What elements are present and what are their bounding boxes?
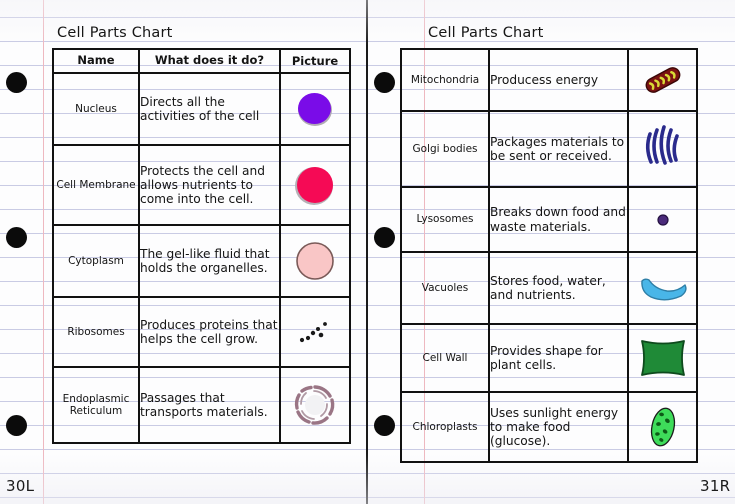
- table-row: Cell Membrane Protects the cell and allo…: [52, 144, 351, 226]
- table-row: Mitochondria Producess energy: [400, 48, 698, 112]
- cell-part-description: Passages that transports materials.: [138, 366, 281, 444]
- cell-part-description: Provides shape for plant cells.: [488, 323, 629, 393]
- hole-punch: [6, 72, 27, 93]
- hole-punch: [6, 227, 27, 248]
- column-header-description: What does it do?: [138, 48, 281, 74]
- cell-part-name: Golgi bodies: [400, 110, 490, 188]
- cell-part-picture: [627, 251, 698, 325]
- page-title-left: Cell Parts Chart: [57, 25, 173, 41]
- mitochondria-icon: [629, 60, 696, 100]
- cell-part-description: Protects the cell and allows nutrients t…: [138, 144, 281, 226]
- table-row: Cytoplasm The gel-like fluid that holds …: [52, 224, 351, 298]
- cell-part-name: Mitochondria: [400, 48, 490, 112]
- cell-part-name: Lysosomes: [400, 186, 490, 253]
- table-row: Cell Wall Provides shape for plant cells…: [400, 323, 698, 393]
- cell-part-name: Nucleus: [52, 72, 140, 146]
- page-title-right: Cell Parts Chart: [428, 25, 544, 41]
- cell-part-description: Packages materials to be sent or receive…: [488, 110, 629, 188]
- table-row: Chloroplasts Uses sunlight energy to mak…: [400, 391, 698, 463]
- cell-part-name: Cell Membrane: [52, 144, 140, 226]
- vacuoles-icon: [629, 271, 696, 305]
- cytoplasm-icon: [281, 237, 349, 285]
- lysosomes-icon: [629, 208, 696, 232]
- table-row: Endoplasmic Reticulum Passages that tran…: [52, 366, 351, 444]
- cell-part-name: Chloroplasts: [400, 391, 490, 463]
- hole-punch: [374, 72, 395, 93]
- cell-part-name: Ribosomes: [52, 296, 140, 368]
- cell-part-picture: [627, 391, 698, 463]
- cell-part-picture: [279, 366, 351, 444]
- table-row: Golgi bodies Packages materials to be se…: [400, 110, 698, 188]
- table-row: Vacuoles Stores food, water, and nutrien…: [400, 251, 698, 325]
- cell-part-name: Cell Wall: [400, 323, 490, 393]
- cell-part-picture: [627, 186, 698, 253]
- table-row: Ribosomes Produces proteins that helps t…: [52, 296, 351, 368]
- page-divider: [366, 0, 368, 504]
- cell-part-name: Cytoplasm: [52, 224, 140, 298]
- cell-part-description: Stores food, water, and nutrients.: [488, 251, 629, 325]
- column-header-name: Name: [52, 48, 140, 74]
- column-header-picture: Picture: [279, 48, 351, 74]
- cell-part-description: Producess energy: [488, 48, 629, 112]
- ribosomes-icon: [281, 315, 349, 349]
- chloroplasts-icon: [629, 402, 696, 452]
- cell-part-picture: [279, 72, 351, 146]
- hole-punch: [374, 227, 395, 248]
- cell-wall-icon: [629, 335, 696, 381]
- notebook-page-background: Cell Parts Chart Name What does it do? P…: [0, 0, 735, 504]
- nucleus-icon: [281, 86, 349, 132]
- cell-membrane-icon: [281, 160, 349, 210]
- cell-part-picture: [627, 48, 698, 112]
- cell-part-description: Breaks down food and waste materials.: [488, 186, 629, 253]
- table-row: Lysosomes Breaks down food and waste mat…: [400, 186, 698, 253]
- endoplasmic-reticulum-icon: [281, 380, 349, 430]
- margin-line-left-page: [43, 0, 44, 504]
- hole-punch: [374, 415, 395, 436]
- table-row: Nucleus Directs all the activities of th…: [52, 72, 351, 146]
- cell-part-name: Vacuoles: [400, 251, 490, 325]
- cell-part-description: Produces proteins that helps the cell gr…: [138, 296, 281, 368]
- cell-parts-table-left: Name What does it do? Picture Nucleus Di…: [52, 48, 351, 444]
- page-number-right: 31R: [700, 477, 731, 495]
- golgi-bodies-icon: [629, 120, 696, 178]
- cell-part-description: Directs all the activities of the cell: [138, 72, 281, 146]
- cell-part-picture: [279, 144, 351, 226]
- cell-parts-table-right: Mitochondria Producess energy Golgi bodi…: [400, 48, 698, 463]
- cell-part-picture: [279, 296, 351, 368]
- cell-part-name: Endoplasmic Reticulum: [52, 366, 140, 444]
- hole-punch: [6, 415, 27, 436]
- cell-part-description: The gel-like fluid that holds the organe…: [138, 224, 281, 298]
- cell-part-picture: [279, 224, 351, 298]
- page-number-left: 30L: [6, 477, 35, 495]
- cell-part-description: Uses sunlight energy to make food (gluco…: [488, 391, 629, 463]
- cell-part-picture: [627, 110, 698, 188]
- cell-part-picture: [627, 323, 698, 393]
- table-header-row: Name What does it do? Picture: [52, 48, 351, 74]
